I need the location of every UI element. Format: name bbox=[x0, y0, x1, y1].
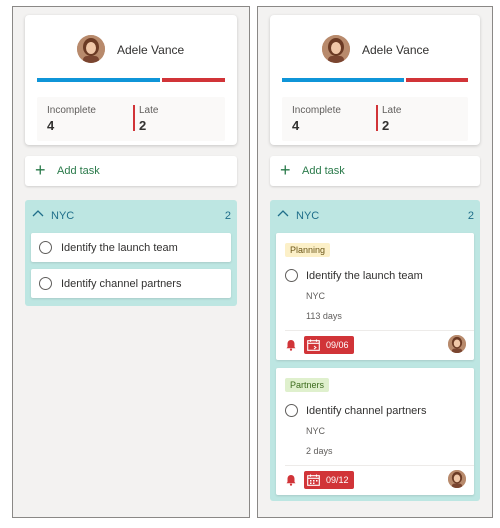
task-stats: Incomplete 4 Late 2 bbox=[282, 97, 468, 141]
progress-late-segment bbox=[405, 78, 468, 82]
incomplete-label: Incomplete bbox=[292, 105, 341, 116]
progress-bar bbox=[37, 78, 225, 82]
due-date-badge[interactable]: 09/12 bbox=[304, 471, 354, 489]
add-task-button[interactable]: + Add task bbox=[25, 156, 237, 186]
task-bucket-name: NYC bbox=[306, 426, 326, 436]
add-task-label: Add task bbox=[302, 165, 345, 177]
task-title: Identify channel partners bbox=[61, 278, 182, 290]
complete-checkbox[interactable] bbox=[39, 277, 52, 290]
incomplete-count: 4 bbox=[292, 118, 300, 133]
plus-icon: + bbox=[35, 160, 46, 180]
task-title: Identify the launch team bbox=[61, 242, 178, 254]
progress-late-segment bbox=[162, 78, 225, 82]
user-summary-card: Adele Vance Incomplete 4 Late 2 bbox=[25, 15, 237, 145]
bucket-nyc: NYC 2 Planning Identify the launch team … bbox=[270, 200, 480, 501]
user-summary-card: Adele Vance Incomplete 4 Late 2 bbox=[270, 15, 480, 145]
complete-checkbox[interactable] bbox=[39, 241, 52, 254]
late-label: Late bbox=[382, 105, 402, 116]
bucket-count: 2 bbox=[224, 210, 231, 222]
assignee-avatar[interactable] bbox=[448, 335, 466, 353]
user-name: Adele Vance bbox=[362, 43, 430, 57]
incomplete-count: 4 bbox=[47, 118, 55, 133]
chevron-up-icon[interactable] bbox=[277, 208, 289, 218]
due-date: 09/12 bbox=[326, 475, 349, 485]
avatar bbox=[322, 35, 350, 63]
task-row[interactable]: Identify the launch team bbox=[31, 233, 231, 262]
late-label: Late bbox=[139, 105, 159, 116]
divider bbox=[285, 465, 474, 466]
task-label-tag: Partners bbox=[285, 378, 330, 392]
bell-icon bbox=[286, 475, 296, 486]
task-title: Identify channel partners bbox=[306, 405, 427, 417]
divider bbox=[285, 330, 474, 331]
due-date: 09/06 bbox=[326, 340, 349, 350]
calendar-icon bbox=[307, 339, 320, 351]
bucket-name: NYC bbox=[51, 210, 75, 222]
task-title: Identify the launch team bbox=[306, 270, 423, 282]
add-task-button[interactable]: + Add task bbox=[270, 156, 480, 186]
avatar bbox=[77, 35, 105, 63]
bucket-count: 2 bbox=[467, 210, 474, 222]
task-stats: Incomplete 4 Late 2 bbox=[37, 97, 225, 141]
chevron-up-icon[interactable] bbox=[32, 208, 44, 218]
task-label-tag: Planning bbox=[285, 243, 331, 257]
bucket-name: NYC bbox=[296, 210, 320, 222]
task-row[interactable]: Identify channel partners bbox=[31, 269, 231, 298]
incomplete-label: Incomplete bbox=[47, 105, 96, 116]
late-indicator bbox=[133, 105, 135, 131]
task-card[interactable]: Partners Identify channel partners NYC 2… bbox=[276, 368, 474, 495]
user-name: Adele Vance bbox=[117, 43, 185, 57]
task-duration: 2 days bbox=[306, 446, 333, 456]
progress-bar bbox=[282, 78, 468, 82]
task-duration: 113 days bbox=[306, 311, 342, 321]
late-indicator bbox=[376, 105, 378, 131]
task-bucket-name: NYC bbox=[306, 291, 326, 301]
detailed-view-column: Adele Vance Incomplete 4 Late 2 + Add ta… bbox=[257, 6, 493, 518]
bucket-header[interactable]: NYC 2 bbox=[25, 200, 237, 228]
compact-view-column: Adele Vance Incomplete 4 Late 2 + Add ta… bbox=[12, 6, 250, 518]
late-count: 2 bbox=[139, 118, 147, 133]
add-task-label: Add task bbox=[57, 165, 100, 177]
task-card[interactable]: Planning Identify the launch team NYC 11… bbox=[276, 233, 474, 360]
progress-completed-segment bbox=[282, 78, 404, 82]
complete-checkbox[interactable] bbox=[285, 404, 298, 417]
complete-checkbox[interactable] bbox=[285, 269, 298, 282]
late-count: 2 bbox=[382, 118, 390, 133]
bucket-header[interactable]: NYC 2 bbox=[270, 200, 480, 228]
calendar-icon bbox=[307, 474, 320, 486]
bell-icon bbox=[286, 340, 296, 351]
bucket-nyc: NYC 2 Identify the launch team Identify … bbox=[25, 200, 237, 306]
progress-completed-segment bbox=[37, 78, 161, 82]
plus-icon: + bbox=[280, 160, 291, 180]
assignee-avatar[interactable] bbox=[448, 470, 466, 488]
due-date-badge[interactable]: 09/06 bbox=[304, 336, 354, 354]
